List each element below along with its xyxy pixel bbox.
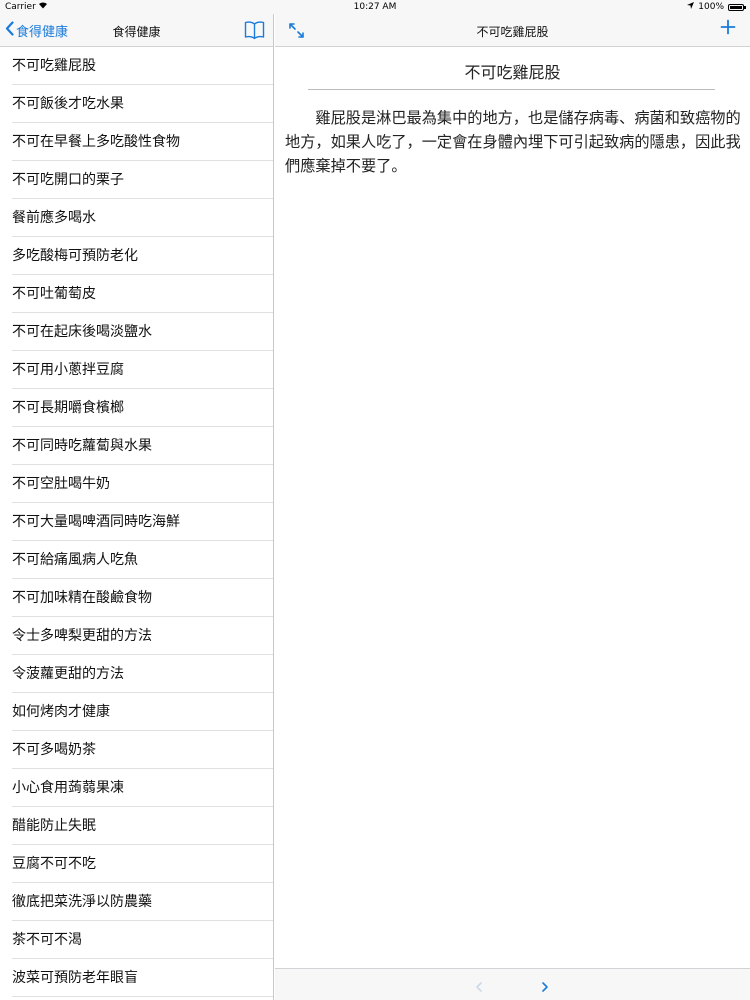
master-navbar: 食得健康 食得健康 xyxy=(0,14,273,47)
list-item[interactable]: 不可同時吃蘿蔔與水果 xyxy=(0,427,273,465)
article-heading: 不可吃雞屁股 xyxy=(464,63,561,82)
list-item[interactable]: 不可多喝奶茶 xyxy=(0,731,273,769)
chevron-right-icon xyxy=(541,978,549,997)
clock: 10:27 AM xyxy=(353,2,397,12)
plus-icon xyxy=(720,19,736,39)
list-item[interactable]: 不可長期嚼食檳榔 xyxy=(0,389,273,427)
list-item[interactable]: 不可飯後才吃水果 xyxy=(0,85,273,123)
previous-button[interactable] xyxy=(475,978,483,997)
list-item[interactable]: 多吃酸梅可預防老化 xyxy=(0,237,273,275)
detail-navbar: 不可吃雞屁股 xyxy=(275,14,750,47)
list-item[interactable]: 餐前應多喝水 xyxy=(0,199,273,237)
list-item[interactable]: 不可加味精在酸鹼食物 xyxy=(0,579,273,617)
fullscreen-button[interactable] xyxy=(288,22,305,43)
list-item[interactable]: 不可給痛風病人吃魚 xyxy=(0,541,273,579)
expand-arrows-icon xyxy=(288,23,305,43)
heading-divider xyxy=(308,89,715,90)
master-pane: 食得健康 食得健康 不可吃雞屁股 不可飯後才吃水果 不可在早餐上多吃酸性食物 不… xyxy=(0,14,274,1000)
list-item[interactable]: 豆腐不可不吃 xyxy=(0,845,273,883)
back-button-label: 食得健康 xyxy=(16,24,69,40)
list-item[interactable]: 小心食用蒟蒻果凍 xyxy=(0,769,273,807)
bottom-toolbar xyxy=(275,968,750,1000)
list-item[interactable]: 不可在起床後喝淡鹽水 xyxy=(0,313,273,351)
list-item[interactable]: 不可用小蔥拌豆腐 xyxy=(0,351,273,389)
list-item[interactable]: 令士多啤梨更甜的方法 xyxy=(0,617,273,655)
list-item[interactable]: 不可大量喝啤酒同時吃海鮮 xyxy=(0,503,273,541)
article-body: 雞屁股是淋巴最為集中的地方，也是儲存病毒、病菌和致癌物的地方，如果人吃了，一定會… xyxy=(285,109,741,175)
next-button[interactable] xyxy=(541,978,549,997)
bookmarks-button[interactable] xyxy=(244,20,265,44)
topic-list: 不可吃雞屁股 不可飯後才吃水果 不可在早餐上多吃酸性食物 不可吃開口的栗子 餐前… xyxy=(0,47,273,1000)
list-item[interactable]: 醋能防止失眠 xyxy=(0,807,273,845)
list-item[interactable]: 不可空肚喝牛奶 xyxy=(0,465,273,503)
list-item[interactable]: 茶不可不渴 xyxy=(0,921,273,959)
add-button[interactable] xyxy=(720,19,736,39)
battery-percent: 100% xyxy=(698,2,724,12)
back-button[interactable]: 食得健康 xyxy=(5,20,69,40)
list-item[interactable]: 不可吐葡萄皮 xyxy=(0,275,273,313)
list-item[interactable]: 如何烤肉才健康 xyxy=(0,693,273,731)
detail-pane: 不可吃雞屁股 不可吃雞屁股 雞屁股是淋巴最為集中的地方，也是儲存病毒、病菌和致癌… xyxy=(275,14,750,1000)
location-icon xyxy=(687,0,695,14)
chevron-left-icon xyxy=(475,978,483,997)
chevron-left-icon xyxy=(5,20,16,40)
list-item[interactable]: 波菜可預防老年眼盲 xyxy=(0,959,273,997)
status-right: 100% xyxy=(687,0,746,14)
list-item[interactable]: 不可吃開口的栗子 xyxy=(0,161,273,199)
status-bar: Carrier 10:27 AM 100% xyxy=(0,0,750,14)
list-item[interactable]: 徹底把菜洗淨以防農藥 xyxy=(0,883,273,921)
list-item[interactable]: 令菠蘿更甜的方法 xyxy=(0,655,273,693)
battery-icon xyxy=(728,3,746,11)
book-icon xyxy=(244,21,265,44)
list-item[interactable]: 不可吃雞屁股 xyxy=(0,47,273,85)
detail-title: 不可吃雞屁股 xyxy=(476,25,549,39)
list-item[interactable]: 不可在早餐上多吃酸性食物 xyxy=(0,123,273,161)
